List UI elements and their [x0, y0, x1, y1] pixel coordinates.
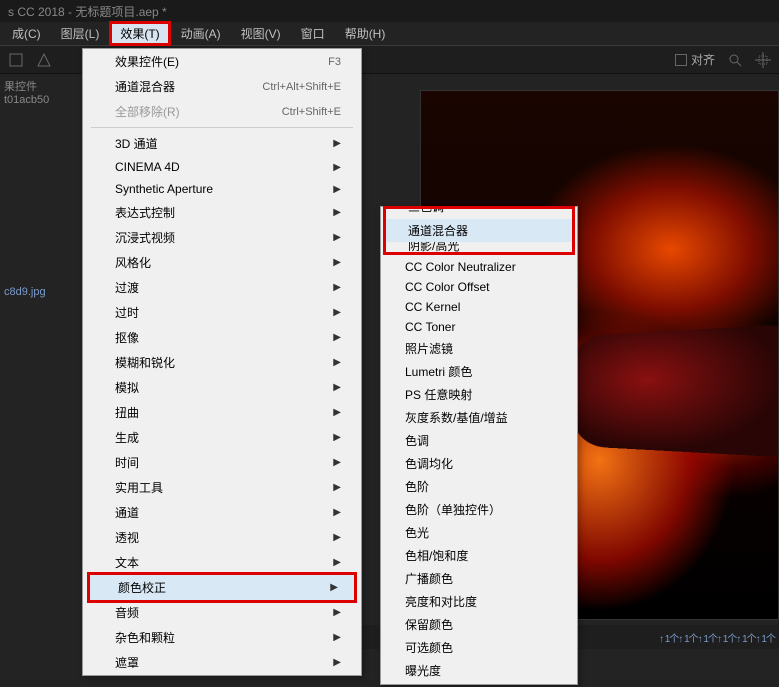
chevron-right-icon: ▶	[333, 282, 341, 293]
timeline-ruler: ↑ 1个↑ 1个↑ 1个↑ 1个↑ 1个↑ 1个	[579, 625, 779, 649]
cat-generate[interactable]: 生成▶	[83, 425, 361, 450]
sub-hue-saturation[interactable]: 色相/饱和度	[381, 544, 577, 567]
cat-transition[interactable]: 过渡▶	[83, 275, 361, 300]
sub-cc-color-neutralizer[interactable]: CC Color Neutralizer	[381, 257, 577, 277]
cat-color-correction[interactable]: 颜色校正▶	[87, 572, 357, 603]
chevron-right-icon: ▶	[333, 332, 341, 343]
cat-time[interactable]: 时间▶	[83, 450, 361, 475]
search-icon[interactable]	[727, 52, 743, 68]
chevron-right-icon: ▶	[333, 607, 341, 618]
chevron-right-icon: ▶	[333, 307, 341, 318]
sub-exposure[interactable]: 曝光度	[381, 659, 577, 682]
align-checkbox-icon	[675, 54, 687, 66]
cat-expression-controls[interactable]: 表达式控制▶	[83, 200, 361, 225]
sub-broadcast-colors[interactable]: 广播颜色	[381, 567, 577, 590]
color-correction-submenu: 三色调 通道混合器 阴影/高光 CC Color Neutralizer CC …	[380, 206, 578, 685]
cat-blur-sharpen[interactable]: 模糊和锐化▶	[83, 350, 361, 375]
chevron-right-icon: ▶	[333, 457, 341, 468]
menu-remove-all: 全部移除(R) Ctrl+Shift+E	[83, 99, 361, 124]
chevron-right-icon: ▶	[333, 257, 341, 268]
sub-ps-arbitrary-map[interactable]: PS 任意映射	[381, 383, 577, 406]
chevron-right-icon: ▶	[333, 184, 341, 195]
chevron-right-icon: ▶	[333, 532, 341, 543]
menu-help[interactable]: 帮助(H)	[335, 22, 396, 45]
chevron-right-icon: ▶	[333, 632, 341, 643]
cat-3d-channel[interactable]: 3D 通道▶	[83, 131, 361, 156]
menu-window[interactable]: 窗口	[291, 22, 335, 45]
panel-label: 果控件 t01acb50	[4, 78, 78, 106]
chevron-right-icon: ▶	[330, 582, 338, 593]
panel-item[interactable]: c8d9.jpg	[4, 286, 78, 298]
sub-brightness-contrast[interactable]: 亮度和对比度	[381, 590, 577, 613]
tool-icon-1[interactable]	[8, 52, 24, 68]
menu-effect[interactable]: 效果(T)	[109, 21, 170, 46]
cat-channel[interactable]: 通道▶	[83, 500, 361, 525]
chevron-right-icon: ▶	[333, 657, 341, 668]
sub-selective-color[interactable]: 可选颜色	[381, 636, 577, 659]
chevron-right-icon: ▶	[333, 482, 341, 493]
menu-layer[interactable]: 图层(L)	[51, 22, 110, 45]
sub-equalize[interactable]: 色调均化	[381, 452, 577, 475]
sub-channel-mixer[interactable]: 通道混合器	[386, 219, 572, 242]
menu-effect-controls[interactable]: 效果控件(E) F3	[83, 49, 361, 74]
sub-levels-individual[interactable]: 色阶（单独控件）	[381, 498, 577, 521]
cat-audio[interactable]: 音频▶	[83, 600, 361, 625]
cat-noise-grain[interactable]: 杂色和颗粒▶	[83, 625, 361, 650]
sub-photo-filter[interactable]: 照片滤镜	[381, 337, 577, 360]
menu-comp[interactable]: 成(C)	[2, 22, 51, 45]
cat-simulation[interactable]: 模拟▶	[83, 375, 361, 400]
chevron-right-icon: ▶	[333, 207, 341, 218]
cat-matte[interactable]: 遮罩▶	[83, 650, 361, 675]
chevron-right-icon: ▶	[333, 138, 341, 149]
chevron-right-icon: ▶	[333, 407, 341, 418]
submenu-highlight-box: 三色调 通道混合器 阴影/高光	[383, 206, 575, 255]
menu-view[interactable]: 视图(V)	[231, 22, 291, 45]
sub-colorama[interactable]: 色光	[381, 521, 577, 544]
chevron-right-icon: ▶	[333, 382, 341, 393]
align-label-text: 对齐	[691, 51, 715, 68]
align-toggle[interactable]: 对齐	[675, 51, 715, 68]
cat-distort[interactable]: 扭曲▶	[83, 400, 361, 425]
chevron-right-icon: ▶	[333, 357, 341, 368]
chevron-right-icon: ▶	[333, 162, 341, 173]
effect-controls-panel: 果控件 t01acb50 c8d9.jpg	[0, 74, 82, 634]
effects-dropdown: 效果控件(E) F3 通道混合器 Ctrl+Alt+Shift+E 全部移除(R…	[82, 48, 362, 676]
snap-icon[interactable]	[755, 52, 771, 68]
menu-animation[interactable]: 动画(A)	[171, 22, 231, 45]
cat-immersive-video[interactable]: 沉浸式视频▶	[83, 225, 361, 250]
tool-icon-2[interactable]	[36, 52, 52, 68]
menu-bar: 成(C) 图层(L) 效果(T) 动画(A) 视图(V) 窗口 帮助(H)	[0, 22, 779, 46]
sub-cc-color-offset[interactable]: CC Color Offset	[381, 277, 577, 297]
title-bar: s CC 2018 - 无标题项目.aep *	[0, 0, 779, 22]
sub-shadow-highlight[interactable]: 阴影/高光	[386, 242, 572, 252]
chevron-right-icon: ▶	[333, 232, 341, 243]
sub-leave-color[interactable]: 保留颜色	[381, 613, 577, 636]
menu-channel-mixer-recent[interactable]: 通道混合器 Ctrl+Alt+Shift+E	[83, 74, 361, 99]
sub-lumetri-color[interactable]: Lumetri 颜色	[381, 360, 577, 383]
cat-utility[interactable]: 实用工具▶	[83, 475, 361, 500]
sub-gamma-pedestal-gain[interactable]: 灰度系数/基值/增益	[381, 406, 577, 429]
menu-divider	[91, 127, 353, 128]
sub-levels[interactable]: 色阶	[381, 475, 577, 498]
chevron-right-icon: ▶	[333, 557, 341, 568]
ruler-text: ↑ 1个↑ 1个↑ 1个↑ 1个↑ 1个↑ 1个	[659, 630, 775, 645]
cat-cinema4d[interactable]: CINEMA 4D▶	[83, 156, 361, 178]
cat-synthetic-aperture[interactable]: Synthetic Aperture▶	[83, 178, 361, 200]
title-text: s CC 2018 - 无标题项目.aep *	[8, 3, 167, 20]
cat-stylize[interactable]: 风格化▶	[83, 250, 361, 275]
car-shape	[574, 325, 779, 457]
sub-cc-kernel[interactable]: CC Kernel	[381, 297, 577, 317]
sub-tritone[interactable]: 三色调	[386, 209, 572, 219]
cat-keying[interactable]: 抠像▶	[83, 325, 361, 350]
chevron-right-icon: ▶	[333, 507, 341, 518]
sub-cc-toner[interactable]: CC Toner	[381, 317, 577, 337]
chevron-right-icon: ▶	[333, 432, 341, 443]
cat-perspective[interactable]: 透视▶	[83, 525, 361, 550]
sub-tint[interactable]: 色调	[381, 429, 577, 452]
cat-obsolete[interactable]: 过时▶	[83, 300, 361, 325]
